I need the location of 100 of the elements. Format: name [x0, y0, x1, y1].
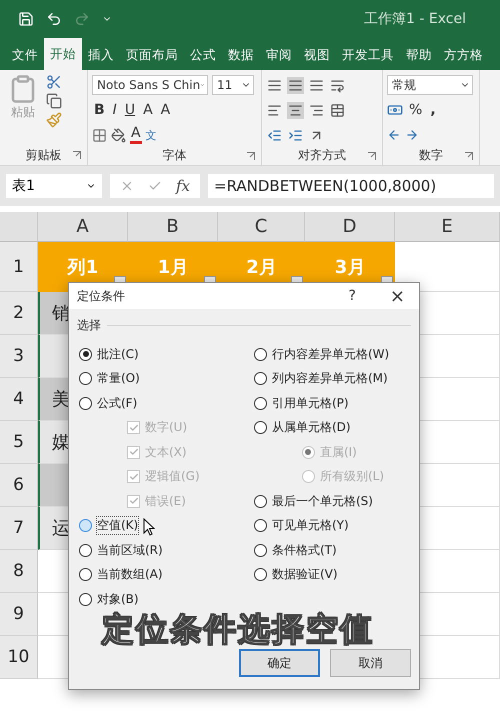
- ribbon-tab[interactable]: 公式: [184, 40, 222, 70]
- row-header[interactable]: 8: [0, 550, 38, 593]
- option-label: 批注(C): [97, 346, 139, 363]
- percent-button[interactable]: %: [407, 102, 424, 118]
- option-label: 空值(K): [97, 517, 138, 534]
- column-header[interactable]: D: [305, 212, 395, 242]
- bold-button[interactable]: B: [92, 102, 107, 118]
- cursor-icon: [143, 518, 155, 536]
- option-label: 逻辑值(G): [145, 468, 200, 486]
- font-color-button[interactable]: A: [130, 126, 142, 144]
- column-header[interactable]: C: [218, 212, 305, 242]
- option-label: 列内容差异单元格(M): [272, 370, 388, 388]
- option-label: 公式(F): [97, 394, 138, 412]
- radio-button[interactable]: [254, 519, 267, 532]
- option-label: 最后一个单元格(S): [272, 492, 373, 510]
- row-header[interactable]: 6: [0, 464, 38, 507]
- dialog-button[interactable]: 取消: [330, 649, 411, 677]
- column-header[interactable]: E: [395, 212, 500, 242]
- insert-function-button[interactable]: fx: [176, 177, 190, 195]
- window-title: 工作簿1 - Excel: [364, 10, 466, 28]
- font-size-select[interactable]: 11: [212, 75, 254, 95]
- option-label: 当前数组(A): [97, 566, 163, 584]
- comma-button[interactable]: ,: [428, 102, 438, 118]
- launcher-icon[interactable]: [368, 152, 376, 160]
- cell-text: 媒: [52, 431, 70, 454]
- radio-button[interactable]: [254, 396, 267, 410]
- column-header[interactable]: A: [38, 212, 128, 242]
- radio-button[interactable]: [79, 592, 92, 606]
- radio-button[interactable]: [79, 348, 92, 361]
- launcher-icon[interactable]: [247, 152, 255, 160]
- group-label: 剪贴板: [26, 146, 62, 164]
- name-box[interactable]: 表1: [6, 174, 102, 198]
- ribbon-tab[interactable]: 帮助: [400, 40, 438, 70]
- ribbon-tab[interactable]: 审阅: [260, 40, 298, 70]
- row-header[interactable]: 5: [0, 421, 38, 464]
- phonetic-button[interactable]: 文: [146, 128, 157, 142]
- fill-color-icon[interactable]: [111, 128, 126, 142]
- cell-text: 美: [52, 388, 70, 411]
- option-label: 直属(I): [320, 444, 357, 461]
- radio-button[interactable]: [254, 568, 267, 582]
- radio-button[interactable]: [254, 421, 267, 434]
- ribbon-tab[interactable]: 插入: [82, 40, 120, 70]
- row-header[interactable]: 3: [0, 335, 38, 378]
- align-center-icon[interactable]: [287, 102, 304, 118]
- group-label: 字体: [162, 147, 186, 164]
- ribbon-tab[interactable]: 视图: [298, 40, 336, 70]
- radio-button[interactable]: [79, 544, 92, 557]
- cut-icon[interactable]: [46, 74, 62, 90]
- row-header[interactable]: 1: [0, 242, 38, 292]
- ribbon-tab[interactable]: 数据: [222, 40, 260, 70]
- section-label: 选择: [77, 317, 101, 334]
- radio-button[interactable]: [79, 396, 92, 410]
- radio-button[interactable]: [254, 494, 267, 508]
- cell-text: 运: [52, 517, 70, 540]
- launcher-icon[interactable]: [465, 152, 473, 160]
- row-header[interactable]: 4: [0, 378, 38, 421]
- copy-icon[interactable]: [46, 93, 62, 109]
- option-label: 数字(U): [145, 419, 188, 436]
- column-header[interactable]: B: [128, 212, 218, 242]
- grow-font-button[interactable]: A: [141, 102, 155, 118]
- formula-field[interactable]: =RANDBETWEEN(1000,8000): [208, 174, 494, 198]
- underline-button[interactable]: U: [122, 102, 138, 118]
- launcher-icon[interactable]: [73, 151, 81, 159]
- option-label: 所有级别(L): [320, 468, 384, 486]
- number-format-select[interactable]: 常规: [387, 75, 473, 95]
- option-label: 当前区域(R): [97, 542, 163, 559]
- row-header[interactable]: 10: [0, 636, 38, 679]
- dialog-button[interactable]: 确定: [239, 649, 320, 677]
- ribbon-tab[interactable]: 页面布局: [120, 40, 184, 70]
- video-caption: 定位条件选择空值: [102, 609, 374, 650]
- option-label: 错误(E): [145, 492, 186, 510]
- option-label: 可见单元格(Y): [272, 517, 349, 534]
- undo-icon[interactable]: [46, 11, 62, 27]
- option-label: 从属单元格(D): [272, 419, 351, 436]
- row-header[interactable]: 7: [0, 507, 38, 550]
- option-label: 数据验证(V): [272, 566, 338, 584]
- ribbon-tab[interactable]: 开始: [44, 38, 82, 70]
- radio-button[interactable]: [254, 348, 267, 361]
- font-name-select[interactable]: Noto Sans S Chin: [92, 75, 208, 95]
- save-icon[interactable]: [18, 11, 34, 27]
- align-middle-icon[interactable]: [287, 76, 304, 94]
- option-label: 引用单元格(P): [272, 394, 349, 412]
- ribbon-tab[interactable]: 方方格: [438, 40, 489, 70]
- radio-button[interactable]: [254, 544, 267, 557]
- radio-button[interactable]: [79, 568, 92, 582]
- merge-cells-icon[interactable]: [329, 102, 346, 118]
- border-icon[interactable]: [92, 128, 107, 142]
- option-label: 行内容差异单元格(W): [272, 346, 390, 363]
- radio-button[interactable]: [79, 372, 92, 386]
- radio-button[interactable]: [254, 372, 267, 386]
- shrink-font-button[interactable]: A: [158, 102, 172, 118]
- option-label: 条件格式(T): [272, 542, 337, 559]
- ribbon-tab[interactable]: 开发工具: [336, 40, 400, 70]
- italic-button[interactable]: I: [110, 102, 119, 118]
- row-header[interactable]: 2: [0, 292, 38, 335]
- option-label: 文本(X): [145, 444, 187, 461]
- row-header[interactable]: 9: [0, 593, 38, 636]
- radio-button[interactable]: [79, 519, 92, 532]
- option-label: 对象(B): [97, 590, 139, 608]
- ribbon-tab[interactable]: 文件: [6, 40, 44, 70]
